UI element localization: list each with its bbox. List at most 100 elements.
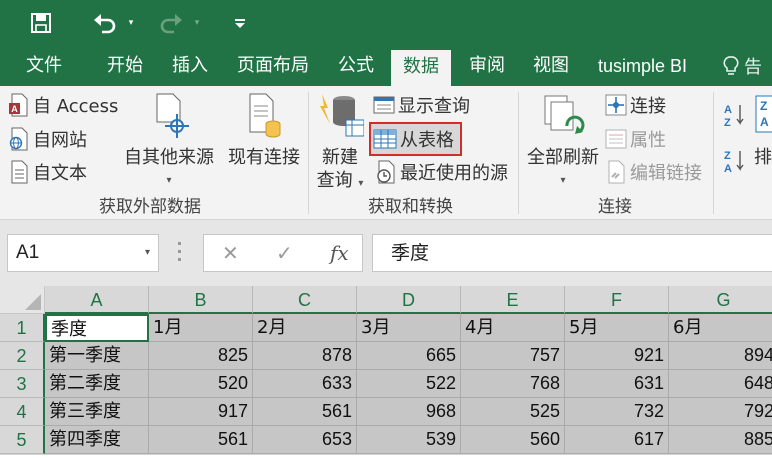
from-access-button[interactable]: A 自 Access <box>8 90 118 120</box>
from-table-button[interactable]: 从表格 <box>369 122 462 156</box>
table-cell[interactable]: 968 <box>357 398 461 426</box>
from-text-label: 自文本 <box>33 163 87 184</box>
row-header[interactable]: 3 <box>0 370 45 398</box>
tab-formulas[interactable]: 公式 <box>338 46 374 86</box>
table-cell[interactable]: 665 <box>357 342 461 370</box>
tab-review[interactable]: 审阅 <box>469 46 505 86</box>
new-query-label-line1: 新建 <box>322 147 358 168</box>
tab-tusimple-bi[interactable]: tusimple BI <box>598 46 687 86</box>
table-cell[interactable]: 653 <box>253 426 357 454</box>
table-cell[interactable]: 878 <box>253 342 357 370</box>
enter-formula-button[interactable]: ✓ <box>276 235 293 271</box>
table-cell[interactable]: 917 <box>149 398 253 426</box>
new-query-icon <box>320 94 364 137</box>
table-cell[interactable]: 825 <box>149 342 253 370</box>
table-cell[interactable]: 2月 <box>253 314 357 342</box>
column-header[interactable]: G <box>669 286 772 314</box>
tab-insert[interactable]: 插入 <box>172 46 208 86</box>
sort-label: 排 <box>754 147 772 168</box>
name-box[interactable]: A1 ▾ <box>7 234 159 272</box>
table-cell[interactable]: 1月 <box>149 314 253 342</box>
table-cell[interactable]: 4月 <box>461 314 565 342</box>
table-cell[interactable]: 561 <box>253 398 357 426</box>
table-cell[interactable]: 631 <box>565 370 669 398</box>
from-other-sources-button[interactable]: 自其他来源 ▾ <box>122 92 216 192</box>
recent-sources-button[interactable]: 最近使用的源 <box>375 157 508 187</box>
table-cell[interactable]: 768 <box>461 370 565 398</box>
undo-button[interactable] <box>88 0 122 46</box>
table-cell[interactable]: 第二季度 <box>45 370 149 398</box>
table-cell[interactable]: 792 <box>669 398 772 426</box>
select-all-button[interactable] <box>0 286 45 314</box>
cancel-formula-button[interactable]: ✕ <box>222 235 239 271</box>
table-cell[interactable]: 522 <box>357 370 461 398</box>
tell-me-search[interactable]: 告 <box>722 46 762 86</box>
title-bar: ▾ ▾ <box>0 0 772 46</box>
existing-connections-button[interactable]: 现有连接 <box>226 92 302 169</box>
from-web-button[interactable]: 自网站 <box>8 124 87 154</box>
table-cell[interactable]: 894 <box>669 342 772 370</box>
chevron-down-icon[interactable]: ▾ <box>145 235 150 271</box>
redo-button[interactable] <box>156 0 186 46</box>
sort-button[interactable]: ZA 排 <box>754 92 772 169</box>
table-cell[interactable]: 648 <box>669 370 772 398</box>
refresh-all-button[interactable]: 全部刷新 ▾ <box>524 92 602 192</box>
from-web-label: 自网站 <box>33 130 87 151</box>
web-icon <box>8 127 30 151</box>
formula-bar-grip-icon[interactable] <box>178 242 182 264</box>
from-text-button[interactable]: 自文本 <box>8 157 87 187</box>
save-button[interactable] <box>26 0 56 46</box>
tab-home[interactable]: 开始 <box>107 46 143 86</box>
table-cell[interactable]: 560 <box>461 426 565 454</box>
table-cell[interactable]: 732 <box>565 398 669 426</box>
show-queries-button[interactable]: 显示查询 <box>373 90 470 120</box>
table-cell[interactable]: 525 <box>461 398 565 426</box>
sort-descending-button[interactable]: ZA <box>722 146 749 176</box>
row-header[interactable]: 5 <box>0 426 45 454</box>
table-cell[interactable]: 539 <box>357 426 461 454</box>
table-cell[interactable]: 885 <box>669 426 772 454</box>
grid-bottom-edge <box>0 454 772 458</box>
row-header[interactable]: 2 <box>0 342 45 370</box>
column-header[interactable]: A <box>45 286 149 314</box>
sort-ascending-button[interactable]: AZ <box>722 100 749 130</box>
table-cell[interactable]: 3月 <box>357 314 461 342</box>
insert-function-button[interactable]: fx <box>330 235 349 271</box>
table-cell[interactable]: 第四季度 <box>45 426 149 454</box>
group-separator <box>518 92 519 214</box>
undo-dropdown[interactable]: ▾ <box>124 0 138 46</box>
connections-label: 连接 <box>630 96 666 117</box>
connections-icon <box>605 94 627 116</box>
table-cell[interactable]: 633 <box>253 370 357 398</box>
customize-toolbar-button[interactable] <box>230 0 250 46</box>
properties-button[interactable]: 属性 <box>605 124 666 154</box>
formula-input[interactable]: 季度 <box>372 234 772 272</box>
formula-bar: A1 ▾ ✕ ✓ fx 季度 <box>0 220 772 286</box>
table-cell[interactable]: 921 <box>565 342 669 370</box>
row-header[interactable]: 4 <box>0 398 45 426</box>
tab-view[interactable]: 视图 <box>533 46 569 86</box>
tab-data[interactable]: 数据 <box>391 50 451 86</box>
properties-icon <box>605 128 627 150</box>
table-cell[interactable]: 561 <box>149 426 253 454</box>
redo-dropdown[interactable]: ▾ <box>190 0 204 46</box>
active-cell[interactable]: 季度 <box>45 314 149 342</box>
new-query-button[interactable]: 新建 查询 ▾ <box>312 92 368 195</box>
connections-button[interactable]: 连接 <box>605 90 666 120</box>
table-cell[interactable]: 757 <box>461 342 565 370</box>
column-header[interactable]: C <box>253 286 357 314</box>
table-cell[interactable]: 6月 <box>669 314 772 342</box>
column-header[interactable]: F <box>565 286 669 314</box>
tab-file[interactable]: 文件 <box>26 46 62 86</box>
table-cell[interactable]: 5月 <box>565 314 669 342</box>
column-header[interactable]: E <box>461 286 565 314</box>
tab-page-layout[interactable]: 页面布局 <box>237 46 309 86</box>
table-cell[interactable]: 第三季度 <box>45 398 149 426</box>
row-header[interactable]: 1 <box>0 314 45 342</box>
column-header[interactable]: D <box>357 286 461 314</box>
table-cell[interactable]: 617 <box>565 426 669 454</box>
table-cell[interactable]: 520 <box>149 370 253 398</box>
table-cell[interactable]: 第一季度 <box>45 342 149 370</box>
edit-links-button[interactable]: 编辑链接 <box>605 157 702 187</box>
column-header[interactable]: B <box>149 286 253 314</box>
